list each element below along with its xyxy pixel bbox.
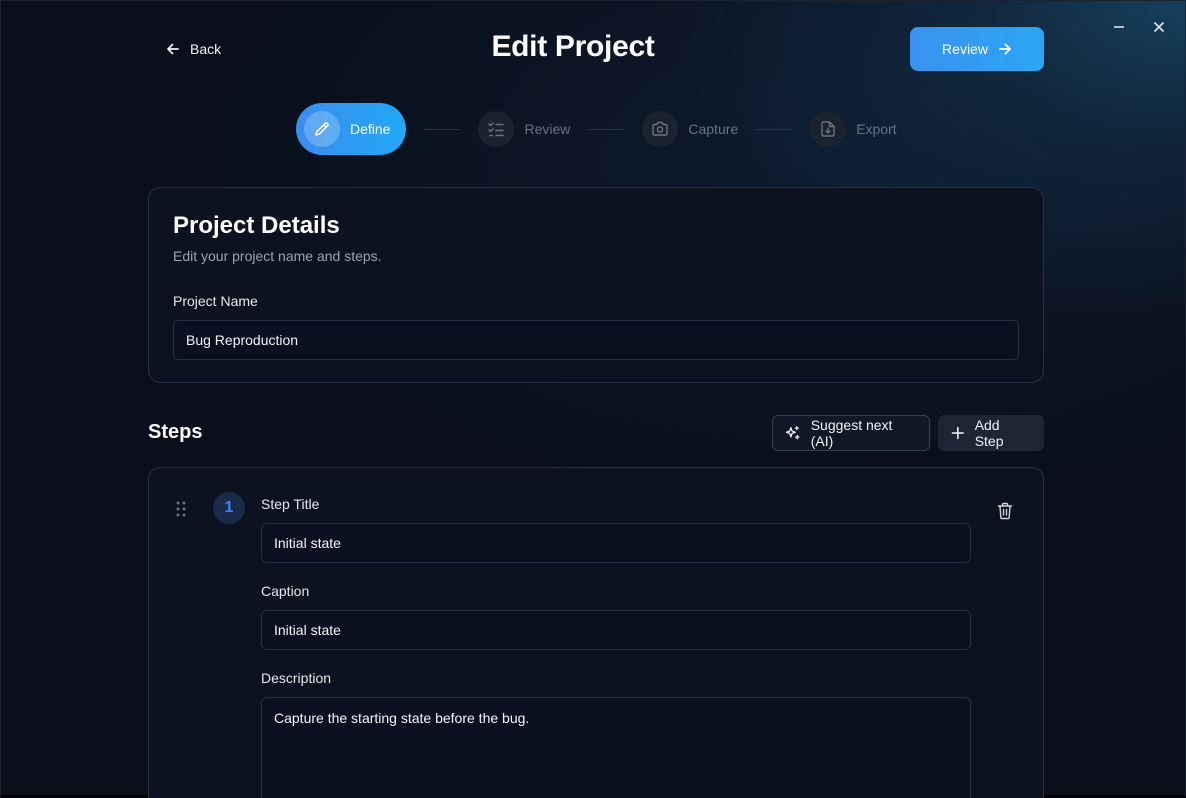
- step-export-label: Export: [856, 121, 897, 137]
- suggest-next-label: Suggest next (AI): [810, 417, 893, 449]
- steps-heading: Steps: [148, 421, 203, 443]
- plus-icon: [951, 426, 965, 440]
- step-review-circle: [478, 111, 515, 147]
- step-review-label: Review: [524, 121, 571, 137]
- close-button[interactable]: [1149, 17, 1169, 37]
- review-button[interactable]: Review: [910, 27, 1044, 71]
- step-number-badge: 1: [213, 492, 245, 524]
- add-step-button[interactable]: Add Step: [938, 415, 1044, 451]
- project-details-subtitle: Edit your project name and steps.: [173, 248, 382, 264]
- project-details-card: Project Details Edit your project name a…: [148, 187, 1044, 383]
- delete-step-button[interactable]: [997, 502, 1013, 522]
- step-connector: [424, 128, 461, 130]
- description-label: Description: [261, 670, 332, 686]
- sparkles-icon: [785, 425, 800, 440]
- step-define-circle: [304, 111, 340, 147]
- drag-handle-icon[interactable]: [174, 500, 188, 518]
- suggest-next-ai-button[interactable]: Suggest next (AI): [772, 415, 930, 451]
- file-download-icon: [821, 121, 835, 137]
- step-fields: Step Title Caption Description Capture t…: [261, 496, 971, 798]
- step-connector: [756, 128, 793, 130]
- step-capture-label: Capture: [688, 121, 739, 137]
- step-capture-circle: [642, 111, 679, 147]
- step-title-input[interactable]: [261, 523, 971, 563]
- step-export[interactable]: Export: [810, 111, 897, 147]
- caption-label: Caption: [261, 583, 310, 599]
- arrow-right-icon: [999, 43, 1011, 55]
- close-icon: [1153, 21, 1165, 33]
- step-capture[interactable]: Capture: [642, 111, 738, 147]
- caption-input[interactable]: [261, 610, 971, 650]
- review-label: Review: [942, 41, 988, 57]
- checklist-icon: [488, 122, 505, 137]
- project-name-label: Project Name: [173, 293, 258, 309]
- step-card: 1 Step Title Caption Description Capture…: [148, 467, 1044, 798]
- project-name-input[interactable]: [173, 320, 1019, 360]
- step-connector: [588, 128, 625, 130]
- description-textarea[interactable]: Capture the starting state before the bu…: [261, 697, 971, 798]
- pencil-icon: [315, 122, 329, 136]
- camera-icon: [652, 121, 669, 136]
- trash-icon: [997, 502, 1013, 520]
- progress-stepper: Define Review Capture Export: [296, 103, 897, 155]
- project-details-title: Project Details: [173, 212, 340, 239]
- step-export-circle: [810, 111, 847, 147]
- step-define-label: Define: [350, 121, 391, 137]
- step-define[interactable]: Define: [296, 103, 407, 155]
- step-title-label: Step Title: [261, 496, 320, 512]
- add-step-label: Add Step: [974, 417, 1004, 449]
- step-review[interactable]: Review: [478, 111, 570, 147]
- page-title: Edit Project: [491, 30, 655, 63]
